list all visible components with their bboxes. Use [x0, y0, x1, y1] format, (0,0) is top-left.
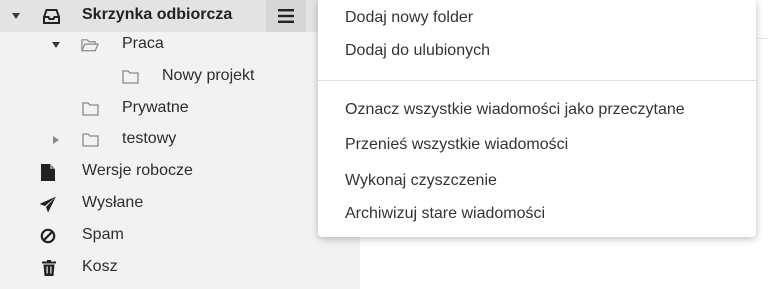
menu-item-archive-old[interactable]: Archiwizuj stare wiadomości [318, 198, 756, 230]
folder-nowy-projekt[interactable]: Nowy projekt [0, 61, 360, 93]
menu-item-add-folder[interactable]: Dodaj nowy folder [318, 2, 756, 34]
expand-caret-icon[interactable] [10, 10, 22, 22]
folder-label: Kosz [82, 258, 118, 275]
folder-testowy[interactable]: testowy [0, 124, 360, 156]
menu-item-move-all[interactable]: Przenieś wszystkie wiadomości [318, 129, 756, 161]
expand-caret-icon[interactable] [50, 39, 62, 51]
folder-icon [121, 68, 139, 86]
folder-label: Wysłane [82, 194, 144, 211]
folder-label: Spam [82, 226, 124, 243]
folder-drafts[interactable]: Wersje robocze [0, 156, 360, 188]
folder-label: Prywatne [122, 99, 189, 116]
inbox-tray-icon [42, 7, 60, 25]
folder-actions-dropdown: Dodaj nowy folder Dodaj do ulubionych Oz… [318, 0, 756, 237]
menu-separator [318, 80, 756, 81]
ban-icon [39, 227, 57, 245]
folder-inbox[interactable]: Skrzynka odbiorcza [0, 0, 360, 32]
document-icon [39, 163, 57, 181]
menu-item-mark-all-read[interactable]: Oznacz wszystkie wiadomości jako przeczy… [318, 94, 756, 126]
folder-spam[interactable]: Spam [0, 220, 360, 252]
folder-trash[interactable]: Kosz [0, 252, 360, 284]
folder-label: Nowy projekt [162, 67, 255, 84]
folder-sent[interactable]: Wysłane [0, 188, 360, 220]
folder-inbox-label: Skrzynka odbiorcza [82, 6, 233, 23]
folder-label: testowy [122, 130, 177, 147]
hamburger-menu-icon [278, 9, 294, 23]
trash-icon [40, 259, 58, 277]
folder-label: Praca [122, 35, 164, 52]
folder-sidebar: Skrzynka odbiorcza Praca Nowy projekt Pr… [0, 0, 361, 289]
folder-label: Wersje robocze [82, 162, 193, 179]
folder-praca[interactable]: Praca [0, 29, 360, 61]
menu-item-add-favorite[interactable]: Dodaj do ulubionych [318, 35, 756, 67]
expand-caret-icon[interactable] [50, 134, 62, 146]
folder-icon [81, 131, 99, 149]
folder-menu-button[interactable] [266, 0, 306, 32]
folder-icon [81, 100, 99, 118]
paper-plane-icon [39, 195, 57, 213]
folder-open-icon [81, 36, 99, 54]
menu-item-cleanup[interactable]: Wykonaj czyszczenie [318, 165, 756, 197]
folder-prywatne[interactable]: Prywatne [0, 93, 360, 125]
